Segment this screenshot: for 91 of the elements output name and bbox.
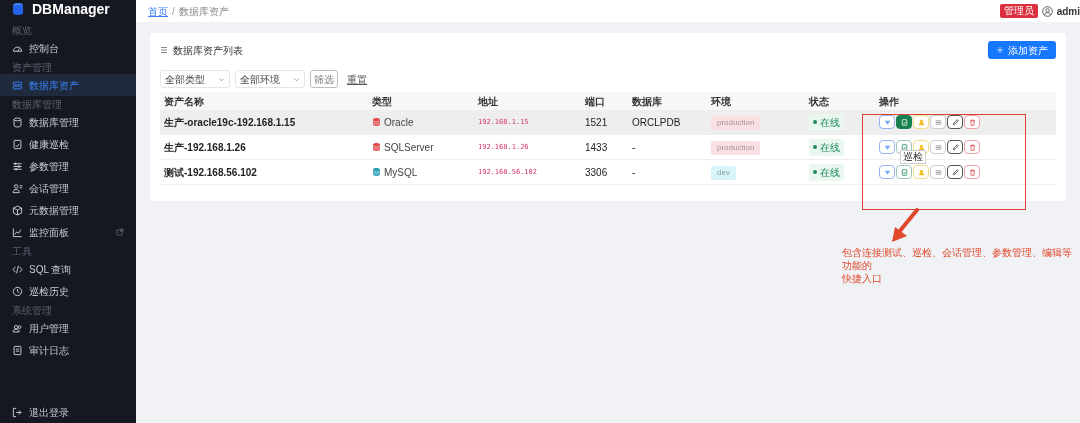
env-tag: dev bbox=[711, 166, 736, 180]
table-cell-text: 生产-oracle19c-192.168.1.15 bbox=[164, 115, 297, 130]
app-title: DBManager bbox=[32, 0, 110, 19]
pencil-icon bbox=[950, 142, 960, 152]
annotation-arrow bbox=[890, 208, 920, 244]
person-icon bbox=[916, 117, 926, 127]
user-avatar-icon bbox=[1041, 5, 1053, 17]
column-header: 状态 bbox=[809, 94, 830, 109]
clipboard-check-icon bbox=[12, 138, 23, 150]
breadcrumb-link[interactable]: 首页 bbox=[148, 3, 168, 19]
database-icon bbox=[12, 79, 23, 91]
card-title: 数据库资产列表 bbox=[173, 43, 243, 58]
person-icon bbox=[916, 167, 926, 177]
table-cell-text: - bbox=[632, 140, 637, 155]
users-icon bbox=[12, 182, 23, 194]
status-tag: 在线 bbox=[809, 163, 844, 181]
table-cell-text: SQLServer bbox=[384, 140, 434, 155]
column-header: 操作 bbox=[879, 94, 900, 109]
status-tag: 在线 bbox=[809, 113, 844, 131]
column-header: 端口 bbox=[585, 94, 606, 109]
sidebar-item[interactable]: 数据库管理 bbox=[0, 111, 136, 133]
table-cell-text: 1433 bbox=[585, 140, 609, 155]
action-button[interactable] bbox=[896, 115, 912, 129]
reset-link[interactable]: 重置 bbox=[347, 71, 367, 87]
logout-icon bbox=[12, 407, 23, 418]
user-name: admi bbox=[1056, 4, 1080, 19]
section-label: 数据库管理 bbox=[11, 98, 63, 111]
sidebar-item[interactable]: 会话管理 bbox=[0, 177, 136, 199]
add-asset-button[interactable]: 添加资产 bbox=[988, 41, 1056, 59]
trash-icon bbox=[967, 167, 977, 177]
sidebar-item[interactable]: 用户管理 bbox=[0, 317, 136, 339]
table-cell-text: MySQL bbox=[384, 165, 418, 180]
clipboard-check-icon bbox=[899, 142, 909, 152]
sidebar-item[interactable]: 参数管理 bbox=[0, 155, 136, 177]
pencil-icon bbox=[950, 117, 960, 127]
table-cell-text: 生产-192.168.1.26 bbox=[164, 140, 247, 155]
database-logo-icon bbox=[12, 1, 24, 17]
database-icon bbox=[12, 116, 23, 128]
column-header: 数据库 bbox=[632, 94, 663, 109]
annotation-text: 包含连接测试、巡检、会话管理、参数管理、编辑等功能的 快捷入口 bbox=[842, 246, 1073, 285]
action-button[interactable] bbox=[947, 115, 963, 129]
list-icon bbox=[160, 46, 168, 54]
sidebar-item[interactable]: 健康巡检 bbox=[0, 133, 136, 155]
filter-button[interactable]: 筛选 bbox=[310, 70, 338, 88]
person-icon bbox=[916, 142, 926, 152]
line-chart-icon bbox=[12, 226, 23, 238]
column-header: 资产名称 bbox=[164, 94, 205, 109]
role-badge: 管理员 bbox=[999, 4, 1038, 18]
table-cell-text: 3306 bbox=[585, 165, 609, 180]
column-header: 地址 bbox=[478, 94, 499, 109]
pencil-icon bbox=[950, 167, 960, 177]
logout-item[interactable]: 退出登录 bbox=[0, 402, 136, 423]
breadcrumb-current: 数据库资产 bbox=[178, 4, 229, 19]
section-label: 资产管理 bbox=[11, 61, 53, 74]
status-tag: 在线 bbox=[809, 138, 844, 156]
sidebar-item[interactable]: 监控面板 bbox=[0, 221, 136, 243]
tooltip: 巡检 bbox=[900, 150, 926, 164]
sidebar-item[interactable]: 数据库资产 bbox=[0, 74, 136, 96]
cube-icon bbox=[12, 204, 23, 216]
column-header: 类型 bbox=[372, 94, 393, 109]
sidebar-item[interactable]: 元数据管理 bbox=[0, 199, 136, 221]
document-icon bbox=[12, 344, 23, 356]
breadcrumb-separator: / bbox=[172, 4, 175, 19]
table-cell-text: - bbox=[632, 165, 637, 180]
plus-icon bbox=[996, 46, 1004, 54]
column-header: 环境 bbox=[711, 94, 732, 109]
clock-icon bbox=[12, 285, 23, 297]
env-tag: production bbox=[711, 141, 761, 155]
sidebar-item[interactable]: SQL 查询 bbox=[0, 258, 136, 280]
clipboard-check-icon bbox=[899, 117, 909, 127]
sidebar-item[interactable]: 巡检历史 bbox=[0, 280, 136, 302]
table-cell-text: Oracle bbox=[384, 115, 414, 130]
chevron-down-icon bbox=[218, 75, 225, 83]
table-cell-text: 测试-192.168.56.102 bbox=[164, 165, 258, 180]
table-cell-text: ORCLPDB bbox=[632, 115, 682, 130]
chevron-down-icon bbox=[293, 75, 300, 83]
code-icon bbox=[12, 263, 23, 275]
section-label: 系统管理 bbox=[11, 304, 53, 317]
section-label: 概览 bbox=[11, 24, 33, 37]
users-icon bbox=[12, 322, 23, 334]
trash-icon bbox=[967, 117, 977, 127]
trash-icon bbox=[967, 142, 977, 152]
env-tag: production bbox=[711, 116, 761, 130]
sidebar-item[interactable]: 审计日志 bbox=[0, 339, 136, 361]
filter-dropdown[interactable]: 全部环境 bbox=[235, 70, 305, 88]
action-button[interactable] bbox=[947, 165, 963, 179]
sidebar-item[interactable]: 控制台 bbox=[0, 37, 136, 59]
table-cell-text: 1521 bbox=[585, 115, 609, 130]
filter-dropdown[interactable]: 全部类型 bbox=[160, 70, 230, 88]
clipboard-check-icon bbox=[899, 167, 909, 177]
action-button[interactable] bbox=[947, 140, 963, 154]
